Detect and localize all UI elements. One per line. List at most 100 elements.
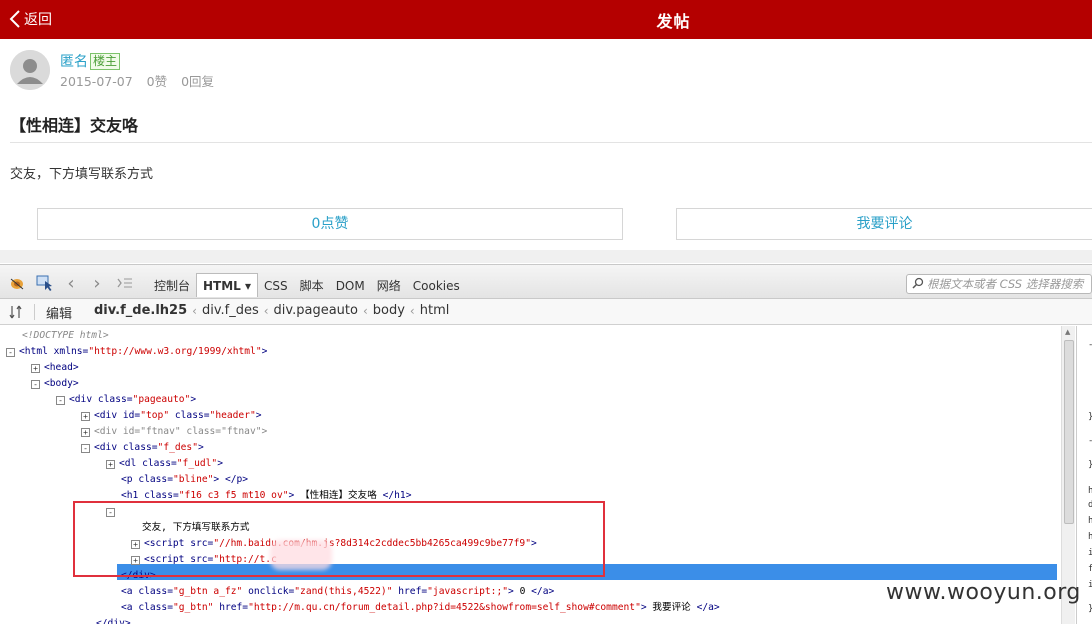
tree-node-text: </div> [96, 618, 131, 624]
like-button[interactable]: 0点赞 [37, 208, 623, 240]
breadcrumb-item[interactable]: html [420, 303, 450, 318]
breadcrumb-item[interactable]: div.f_de.lh25 [94, 303, 187, 318]
tree-node-text: <h1 class="f16 c3 f5 mt10 ov"> 【性相连】交友咯 … [121, 490, 412, 501]
tree-node-line[interactable]: + <head> [31, 360, 79, 376]
expand-icon[interactable]: + [131, 540, 140, 549]
expand-icon[interactable]: + [81, 412, 90, 421]
divider-band [0, 250, 1092, 263]
expand-icon[interactable]: + [81, 428, 90, 437]
tree-node-line[interactable]: - <div class="f_de lh25"> [106, 504, 252, 520]
expand-icon[interactable]: + [31, 364, 40, 373]
breadcrumb-item[interactable]: div.pageauto [274, 303, 358, 318]
tree-node-text: <dl class="f_udl"> [119, 458, 223, 469]
collapse-icon[interactable]: - [81, 444, 90, 453]
tree-node-line[interactable]: <p class="bline"> </p> [121, 472, 248, 488]
devtools-tabs: 控制台 HTML ▾ CSS 脚本 DOM 网络 Cookies [148, 273, 466, 297]
tree-node-text: <!DOCTYPE html> [22, 330, 109, 341]
tree-node-line[interactable]: - <body> [31, 376, 79, 392]
tab-html[interactable]: HTML ▾ [196, 273, 259, 297]
tree-node-line[interactable]: - <div class="f_des"> [81, 440, 204, 456]
side-pane-char: i [1088, 580, 1092, 590]
breadcrumb-arrow-icon: ‹ [263, 303, 269, 318]
side-pane-char: d [1088, 500, 1092, 510]
side-pane-char: } [1088, 460, 1092, 470]
top-bar: 返回 发帖 [0, 0, 1092, 39]
tree-node-text: <html xmlns="http://www.w3.org/1999/xhtm… [19, 346, 268, 357]
tree-node-line[interactable]: </div> [121, 568, 156, 584]
tree-node-text: <div id="top" class="header"> [94, 410, 262, 421]
tree-node-line[interactable]: + <div id="ftnav" class="ftnav"> [81, 424, 267, 440]
expand-icon[interactable]: + [106, 460, 115, 469]
tab-script[interactable]: 脚本 [294, 275, 330, 297]
breadcrumb: div.f_de.lh25 ‹ div.f_des ‹ div.pageauto… [94, 303, 449, 318]
tree-node-text: <script src="http://t.c [144, 554, 277, 565]
side-pane-char: - [1088, 436, 1092, 446]
indent-list-icon[interactable] [116, 275, 134, 291]
tree-node-line[interactable]: <a class="g_btn a_fz" onclick="zand(this… [121, 584, 554, 600]
split-view-icon[interactable] [8, 304, 24, 320]
comment-button[interactable]: 我要评论 [676, 208, 1092, 240]
tree-node-text: <div class="pageauto"> [69, 394, 197, 405]
side-pane-char: h [1088, 532, 1092, 542]
search-input[interactable]: 根据文本或者 CSS 选择器搜索 [906, 274, 1092, 294]
tree-node-line[interactable]: - <html xmlns="http://www.w3.org/1999/xht… [6, 344, 267, 360]
post-header: 匿名 楼主 2015-07-07 0赞 0回复 [0, 39, 1092, 97]
tab-network[interactable]: 网络 [371, 275, 407, 297]
scrollbar-thumb[interactable] [1064, 340, 1074, 524]
scroll-up-icon[interactable]: ▲ [1065, 328, 1070, 336]
tree-node-line[interactable]: + <dl class="f_udl"> [106, 456, 223, 472]
tree-node-text: <div id="ftnav" class="ftnav"> [94, 426, 268, 437]
tab-css[interactable]: CSS [258, 275, 294, 297]
tree-node-line[interactable]: <a class="g_btn" href="http://m.qu.cn/fo… [121, 600, 720, 616]
tree-node-line[interactable]: 交友, 下方填写联系方式 [142, 520, 250, 536]
reply-count: 0回复 [181, 74, 215, 89]
tree-node-text: </div> [121, 570, 156, 581]
devtools-panel: ‹ › 控制台 HTML ▾ CSS 脚本 DOM 网络 Cookies 根据文… [0, 264, 1092, 624]
post-meta: 2015-07-07 0赞 0回复 [60, 71, 224, 90]
back-nav-icon[interactable]: ‹ [64, 273, 78, 294]
expand-icon[interactable]: + [131, 556, 140, 565]
tree-node-text: <script src="//hm.baidu.com/hm.js?8d314c… [144, 538, 537, 549]
tab-cookies[interactable]: Cookies [407, 275, 466, 297]
tree-node-line[interactable]: - <div class="pageauto"> [56, 392, 196, 408]
post-body: 交友，下方填写联系方式 [10, 167, 154, 182]
collapse-icon[interactable]: - [56, 396, 65, 405]
devtools-toolbar: ‹ › 控制台 HTML ▾ CSS 脚本 DOM 网络 Cookies 根据文… [0, 265, 1092, 299]
redacted-area [270, 540, 332, 570]
firebug-icon[interactable] [8, 275, 26, 291]
forward-nav-icon[interactable]: › [90, 273, 104, 294]
collapse-icon[interactable]: - [6, 348, 15, 357]
tree-node-line[interactable]: + <script src="//hm.baidu.com/hm.js?8d314… [131, 536, 537, 552]
tree-node-line[interactable]: <!DOCTYPE html> [22, 328, 109, 344]
breadcrumb-arrow-icon: ‹ [409, 303, 415, 318]
breadcrumb-item[interactable]: body [373, 303, 405, 318]
collapse-icon[interactable]: - [106, 508, 115, 517]
tab-console[interactable]: 控制台 [148, 275, 196, 297]
page-title: 发帖 [656, 12, 691, 31]
edit-button[interactable]: 编辑 [46, 303, 72, 322]
author-line: 匿名 楼主 [60, 51, 121, 71]
inspect-icon[interactable] [35, 275, 55, 291]
collapse-icon[interactable]: - [31, 380, 40, 389]
toolbar-separator [34, 304, 35, 320]
side-pane-char: i [1088, 548, 1092, 558]
user-avatar-icon [10, 50, 50, 90]
breadcrumb-item[interactable]: div.f_des [202, 303, 259, 318]
tab-dom[interactable]: DOM [330, 275, 371, 297]
tree-node-line[interactable]: <h1 class="f16 c3 f5 mt10 ov"> 【性相连】交友咯 … [121, 488, 412, 504]
tree-node-line[interactable]: + <script src="http://t.c [131, 552, 277, 568]
side-pane-char: h [1088, 486, 1092, 496]
author-name[interactable]: 匿名 [60, 54, 88, 70]
side-pane-char: - [1088, 340, 1092, 350]
side-pane-char: } [1088, 604, 1092, 614]
divider [10, 142, 1092, 143]
tree-node-text: <div class="f_des"> [94, 442, 204, 453]
breadcrumb-arrow-icon: ‹ [192, 303, 197, 318]
search-placeholder: 根据文本或者 CSS 选择器搜索 [927, 277, 1084, 291]
tree-node-text: <a class="g_btn a_fz" onclick="zand(this… [121, 586, 555, 597]
tree-node-line[interactable]: + <div id="top" class="header"> [81, 408, 262, 424]
side-pane-char: h [1088, 516, 1092, 526]
avatar[interactable] [10, 50, 50, 90]
tree-node-text: <body> [44, 378, 79, 389]
tree-node-text: <p class="bline"> </p> [121, 474, 249, 485]
